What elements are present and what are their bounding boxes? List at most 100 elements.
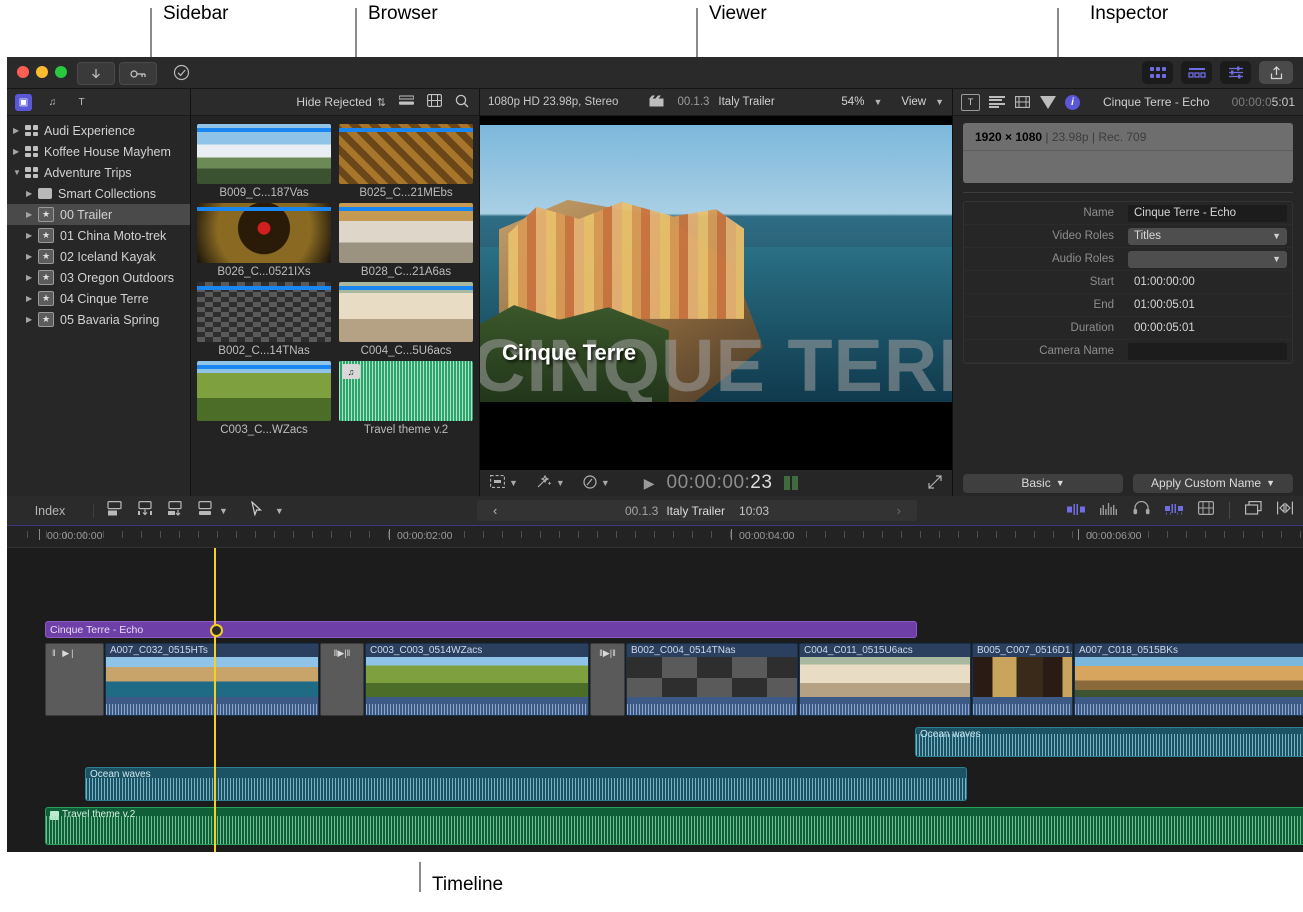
timeline-right-icons[interactable] xyxy=(1067,500,1303,520)
sidebar-item-audi-experience[interactable]: ▶ Audi Experience xyxy=(7,120,190,141)
close-button[interactable] xyxy=(17,66,29,78)
clip-thumbnail[interactable] xyxy=(197,203,331,263)
viewer-zoom-chevron-down-icon[interactable]: ▼ xyxy=(873,97,882,107)
timeline-video-clip[interactable]: A007_C018_0515BKs xyxy=(1074,643,1303,716)
inspector-field-value[interactable]: 01:00:00:00 xyxy=(1128,274,1287,291)
timeline-project-indicator[interactable]: ‹ 00.1.3 Italy Trailer 10:03 › xyxy=(477,500,917,521)
timeline-audio-clip[interactable]: Ocean waves xyxy=(85,767,967,801)
inspector-field-value[interactable]: Titles ▼ xyxy=(1128,227,1287,245)
disclosure-triangle-icon[interactable]: ▼ xyxy=(13,168,25,177)
audio-meters[interactable] xyxy=(784,476,799,490)
title-clip-keyframe-dot[interactable] xyxy=(210,624,223,637)
audio-skimming-icon[interactable] xyxy=(1165,502,1183,520)
inspector-field-value[interactable]: 00:00:05:01 xyxy=(1128,320,1287,337)
timeline-music-clip[interactable]: Travel theme v.2 xyxy=(45,807,1303,845)
browser-filter-chevron-icon[interactable]: ⇅ xyxy=(377,96,386,109)
sidebar-item-02-iceland-kayak[interactable]: ▶ ★ 02 Iceland Kayak xyxy=(7,246,190,267)
sidebar-item-03-oregon-outdoors[interactable]: ▶ ★ 03 Oregon Outdoors xyxy=(7,267,190,288)
browser-clip[interactable]: B025_C...21MEbs xyxy=(339,124,473,199)
connect-clip-icon[interactable] xyxy=(107,500,124,521)
window-controls[interactable] xyxy=(17,66,67,78)
disclosure-triangle-icon[interactable]: ▶ xyxy=(26,315,38,324)
generator-inspector-tab[interactable] xyxy=(989,95,1005,109)
timeline-transition[interactable]: ‖▶|‖ xyxy=(590,643,625,716)
sidebar-item-04-cinque-terre[interactable]: ▶ ★ 04 Cinque Terre xyxy=(7,288,190,309)
effects-icon[interactable] xyxy=(536,474,552,492)
titles-generators-icon[interactable]: T xyxy=(73,94,90,111)
search-icon[interactable] xyxy=(455,94,469,111)
scopes-chevron-down-icon[interactable]: ▼ xyxy=(509,478,518,488)
clip-thumbnail[interactable] xyxy=(197,124,331,184)
clip-thumbnail[interactable]: ♫ xyxy=(339,361,473,421)
background-tasks-button[interactable] xyxy=(163,62,199,83)
timeline-toggle-button[interactable] xyxy=(1181,61,1212,84)
browser-toggle-button[interactable] xyxy=(1142,61,1173,84)
apply-custom-name-button[interactable]: Apply Custom Name ▼ xyxy=(1133,473,1293,493)
metadata-view-button[interactable]: Basic ▼ xyxy=(963,473,1123,493)
clip-height-icon[interactable] xyxy=(1198,501,1215,520)
timeline-video-clip[interactable]: C004_C011_0515U6acs xyxy=(799,643,971,716)
append-clip-icon[interactable] xyxy=(167,500,184,521)
list-view-icon[interactable] xyxy=(398,95,415,109)
viewer-fullscreen-icon[interactable] xyxy=(928,474,942,492)
viewer-view-chevron-down-icon[interactable]: ▼ xyxy=(935,97,944,107)
inspector-field-row[interactable]: Audio Roles ▼ xyxy=(964,248,1292,271)
timeline-title-clip[interactable]: Cinque Terre - Echo xyxy=(45,621,917,638)
browser-clip[interactable]: C003_C...WZacs xyxy=(197,361,331,436)
viewer-zoom-value[interactable]: 54% xyxy=(841,96,864,108)
info-inspector-tab[interactable]: i xyxy=(1065,94,1080,110)
disclosure-triangle-icon[interactable]: ▶ xyxy=(13,126,25,135)
browser-filter-label[interactable]: Hide Rejected xyxy=(296,95,371,109)
libraries-icon[interactable]: ▣ xyxy=(15,93,32,111)
disclosure-triangle-icon[interactable]: ▶ xyxy=(26,189,38,198)
retime-chevron-down-icon[interactable]: ▼ xyxy=(601,478,610,488)
timeline-ruler[interactable]: 00:00:00:00 00:00:02:00 00:00:04:00 00:00:0… xyxy=(7,526,1303,548)
disclosure-triangle-icon[interactable]: ▶ xyxy=(26,294,38,303)
sidebar-item-adventure-trips[interactable]: ▼ Adventure Trips xyxy=(7,162,190,183)
video-animation-icon[interactable] xyxy=(1245,501,1262,520)
browser-clip[interactable]: ♫ Travel theme v.2 xyxy=(339,361,473,436)
import-media-button[interactable] xyxy=(77,62,115,85)
inspector-field-row[interactable]: Name Cinque Terre - Echo xyxy=(964,202,1292,225)
audio-meters-icon[interactable] xyxy=(1100,502,1118,520)
field-chevron-down-icon[interactable]: ▼ xyxy=(1272,254,1281,264)
timeline-fit-icon[interactable] xyxy=(1277,501,1293,520)
browser-clip[interactable]: B009_C...187Vas xyxy=(197,124,331,199)
sidebar-item-00-trailer[interactable]: ▶ ★ 00 Trailer xyxy=(7,204,190,225)
clip-thumbnail[interactable] xyxy=(339,124,473,184)
inspector-field-value[interactable]: ▼ xyxy=(1128,250,1287,268)
clip-thumbnail[interactable] xyxy=(197,361,331,421)
browser-clip[interactable]: C004_C...5U6acs xyxy=(339,282,473,357)
text-inspector-tab[interactable]: T xyxy=(961,93,980,111)
tool-chevron-down-icon[interactable]: ▼ xyxy=(275,506,284,516)
previous-project-icon[interactable]: ‹ xyxy=(493,503,497,518)
inspector-toggle-button[interactable] xyxy=(1220,61,1251,84)
sidebar-item-05-bavaria-spring[interactable]: ▶ ★ 05 Bavaria Spring xyxy=(7,309,190,330)
inspector-field-row[interactable]: Start 01:00:00:00 xyxy=(964,271,1292,294)
disclosure-triangle-icon[interactable]: ▶ xyxy=(26,252,38,261)
field-chevron-down-icon[interactable]: ▼ xyxy=(1272,231,1281,241)
inspector-field-row[interactable]: Video Roles Titles ▼ xyxy=(964,225,1292,248)
timeline-video-clip[interactable]: B002_C004_0514TNas xyxy=(626,643,798,716)
inspector-field-row[interactable]: End 01:00:05:01 xyxy=(964,294,1292,317)
sidebar-item-smart-collections[interactable]: ▶ Smart Collections xyxy=(7,183,190,204)
inspector-fields[interactable]: Name Cinque Terre - Echo Video Roles Titles… xyxy=(963,201,1293,364)
clip-thumbnail[interactable] xyxy=(197,282,331,342)
timeline-canvas[interactable]: Cinque Terre - Echo ‖ ▶| A007_C032_0515HT… xyxy=(7,548,1303,852)
share-button[interactable] xyxy=(1259,61,1293,84)
timeline-playhead[interactable] xyxy=(214,548,216,852)
effects-chevron-down-icon[interactable]: ▼ xyxy=(556,478,565,488)
browser-clip[interactable]: B002_C...14TNas xyxy=(197,282,331,357)
browser-clip[interactable]: B026_C...0521IXs xyxy=(197,203,331,278)
retime-icon[interactable] xyxy=(583,474,597,492)
play-icon[interactable]: ▶ xyxy=(644,475,655,492)
inspector-field-value[interactable] xyxy=(1128,342,1287,360)
maximize-button[interactable] xyxy=(55,66,67,78)
sidebar-item-koffee-house-mayhem[interactable]: ▶ Koffee House Mayhem xyxy=(7,141,190,162)
next-project-icon[interactable]: › xyxy=(897,503,901,518)
clip-thumbnail[interactable] xyxy=(339,203,473,263)
filmstrip-view-icon[interactable] xyxy=(427,94,442,110)
timeline-audio-clip[interactable]: Ocean waves xyxy=(915,727,1303,757)
edit-tools-chevron-down-icon[interactable]: ▼ xyxy=(219,506,228,516)
keywords-button[interactable] xyxy=(119,62,157,85)
